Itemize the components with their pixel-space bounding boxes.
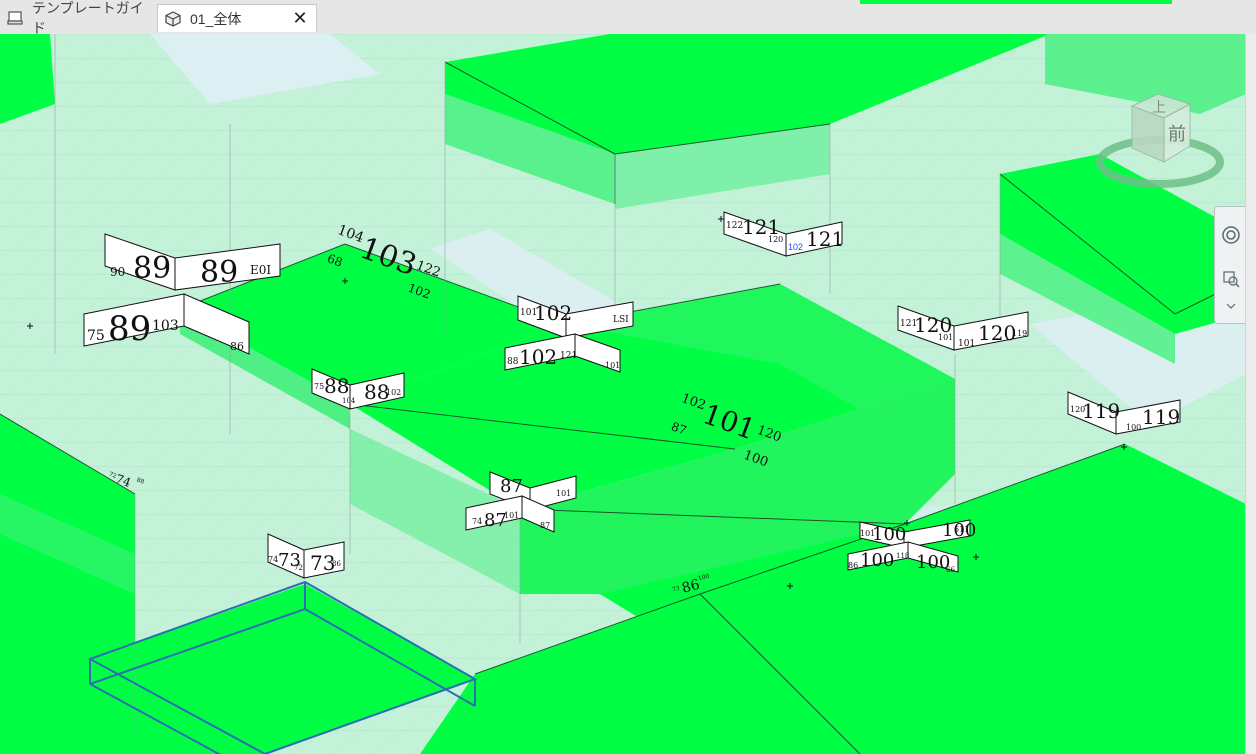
3d-view-icon [164, 10, 182, 28]
tab-label: テンプレートガイド [32, 0, 144, 36]
tab-template-guide[interactable]: テンプレートガイド [0, 0, 154, 36]
view-tab-bar: テンプレートガイド 01_全体 ✕ [0, 0, 1256, 36]
isometric-model [0, 34, 1246, 754]
tab-label: 01_全体 [190, 10, 242, 27]
viewcube-top-face: 上 [1152, 100, 1166, 116]
steering-wheel-icon[interactable] [1221, 225, 1241, 245]
tab-3d-view[interactable]: 01_全体 ✕ [157, 4, 317, 32]
navigation-bar [1214, 206, 1246, 324]
viewcube-front-face: 前 [1168, 124, 1186, 145]
viewcube[interactable]: 上 前 [1094, 92, 1226, 192]
close-tab-button[interactable]: ✕ [290, 8, 310, 28]
zoom-region-icon[interactable] [1221, 269, 1241, 289]
sheet-icon [6, 9, 24, 27]
3d-viewport[interactable]: 90 89 E0I 89 75 89 103 86 104 103 122 10… [0, 34, 1246, 754]
chevron-down-icon[interactable] [1221, 301, 1241, 313]
vertical-scrollbar[interactable] [1245, 34, 1256, 754]
background-strip [860, 0, 1172, 4]
